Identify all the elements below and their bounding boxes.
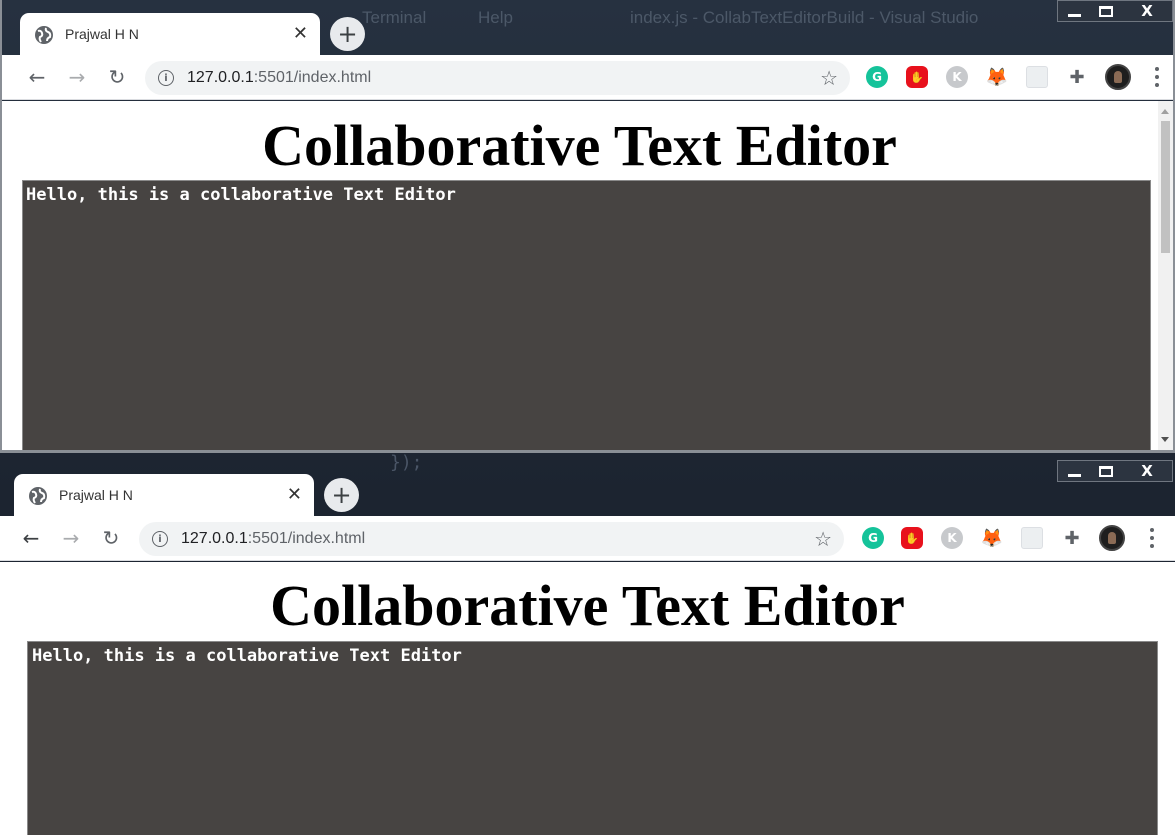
- url-text[interactable]: 127.0.0.1:5501/index.html: [187, 69, 371, 87]
- puzzle-icon[interactable]: ✚: [1066, 66, 1088, 88]
- window-caption-buttons: X: [1057, 460, 1173, 482]
- bookmark-star-icon[interactable]: ☆: [814, 527, 832, 551]
- page-content: Collaborative Text Editor Hello, this is…: [0, 562, 1175, 835]
- forward-arrow-icon: →: [62, 526, 80, 550]
- globe-icon: [35, 26, 53, 44]
- minimize-button[interactable]: [1058, 461, 1090, 481]
- forward-button[interactable]: →: [57, 524, 85, 552]
- reload-button[interactable]: ↻: [103, 63, 131, 91]
- minimize-button[interactable]: [1058, 1, 1090, 21]
- k-icon[interactable]: K: [946, 66, 968, 88]
- page-content: Collaborative Text Editor Hello, this is…: [2, 101, 1173, 450]
- new-tab-button[interactable]: +: [324, 478, 359, 512]
- page-title: Collaborative Text Editor: [262, 113, 897, 178]
- tab-title: Prajwal H N: [65, 26, 139, 42]
- browser-tab[interactable]: Prajwal H N ✕: [14, 474, 314, 516]
- tab-close-icon[interactable]: ✕: [293, 23, 308, 44]
- tab-strip: Prajwal H N ✕ +: [2, 0, 1173, 55]
- tab-close-icon[interactable]: ✕: [287, 484, 302, 505]
- back-arrow-icon: ←: [28, 65, 46, 89]
- url-path: :5501/index.html: [247, 530, 366, 547]
- window-close-button[interactable]: X: [1122, 461, 1172, 481]
- window-close-button[interactable]: X: [1122, 1, 1172, 21]
- url-host: 127.0.0.1: [181, 530, 248, 547]
- adblock-icon[interactable]: ✋: [906, 66, 928, 88]
- browser-menu-icon[interactable]: [1147, 526, 1157, 550]
- profile-avatar[interactable]: [1099, 525, 1125, 551]
- browser-toolbar: ← → ↻ i 127.0.0.1:5501/index.html ☆ G ✋ …: [2, 55, 1173, 100]
- scroll-up-icon[interactable]: [1161, 109, 1169, 114]
- window-caption-buttons: X: [1057, 0, 1173, 22]
- tab-strip: Prajwal H N ✕ +: [0, 458, 1175, 516]
- text-editor-area[interactable]: Hello, this is a collaborative Text Edit…: [22, 180, 1151, 450]
- metamask-fox-icon[interactable]: 🦊: [986, 66, 1008, 88]
- blank-extension-icon[interactable]: [1021, 527, 1043, 549]
- url-path: :5501/index.html: [253, 69, 372, 86]
- maximize-icon: [1099, 5, 1113, 17]
- reload-button[interactable]: ↻: [97, 524, 125, 552]
- address-bar[interactable]: i 127.0.0.1:5501/index.html ☆: [145, 61, 850, 95]
- maximize-button[interactable]: [1090, 461, 1122, 481]
- browser-menu-icon[interactable]: [1152, 65, 1162, 89]
- browser-window-bottom: Prajwal H N ✕ + X ← → ↻ i 127.0.0.1:5501…: [0, 458, 1175, 835]
- grammarly-icon[interactable]: G: [862, 527, 884, 549]
- minimize-icon: [1067, 473, 1081, 477]
- grammarly-icon[interactable]: G: [866, 66, 888, 88]
- reload-icon: ↻: [108, 65, 126, 89]
- bookmark-star-icon[interactable]: ☆: [820, 66, 838, 90]
- reload-icon: ↻: [102, 526, 120, 550]
- browser-window-top: Prajwal H N ✕ + X ← → ↻ i 127.0.0.1:5501…: [0, 0, 1175, 453]
- maximize-button[interactable]: [1090, 1, 1122, 21]
- back-button[interactable]: ←: [17, 524, 45, 552]
- forward-button[interactable]: →: [63, 63, 91, 91]
- page-scrollbar[interactable]: [1158, 101, 1173, 450]
- url-text[interactable]: 127.0.0.1:5501/index.html: [181, 530, 365, 548]
- blank-extension-icon[interactable]: [1026, 66, 1048, 88]
- back-button[interactable]: ←: [23, 63, 51, 91]
- scroll-down-icon[interactable]: [1161, 437, 1169, 442]
- new-tab-button[interactable]: +: [330, 17, 365, 51]
- back-arrow-icon: ←: [22, 526, 40, 550]
- maximize-icon: [1099, 465, 1113, 477]
- text-editor-area[interactable]: Hello, this is a collaborative Text Edit…: [27, 641, 1158, 835]
- site-info-icon[interactable]: i: [158, 70, 174, 86]
- browser-toolbar: ← → ↻ i 127.0.0.1:5501/index.html ☆ G ✋ …: [0, 516, 1175, 561]
- browser-tab[interactable]: Prajwal H N ✕: [20, 13, 320, 55]
- page-title: Collaborative Text Editor: [270, 573, 905, 638]
- minimize-icon: [1067, 13, 1081, 17]
- adblock-icon[interactable]: ✋: [901, 527, 923, 549]
- forward-arrow-icon: →: [68, 65, 86, 89]
- globe-icon: [29, 487, 47, 505]
- scrollbar-thumb[interactable]: [1161, 121, 1170, 253]
- tab-title: Prajwal H N: [59, 487, 133, 503]
- puzzle-icon[interactable]: ✚: [1061, 527, 1083, 549]
- k-icon[interactable]: K: [941, 527, 963, 549]
- address-bar[interactable]: i 127.0.0.1:5501/index.html ☆: [139, 522, 844, 556]
- metamask-fox-icon[interactable]: 🦊: [981, 527, 1003, 549]
- profile-avatar[interactable]: [1105, 64, 1131, 90]
- site-info-icon[interactable]: i: [152, 531, 168, 547]
- url-host: 127.0.0.1: [187, 69, 254, 86]
